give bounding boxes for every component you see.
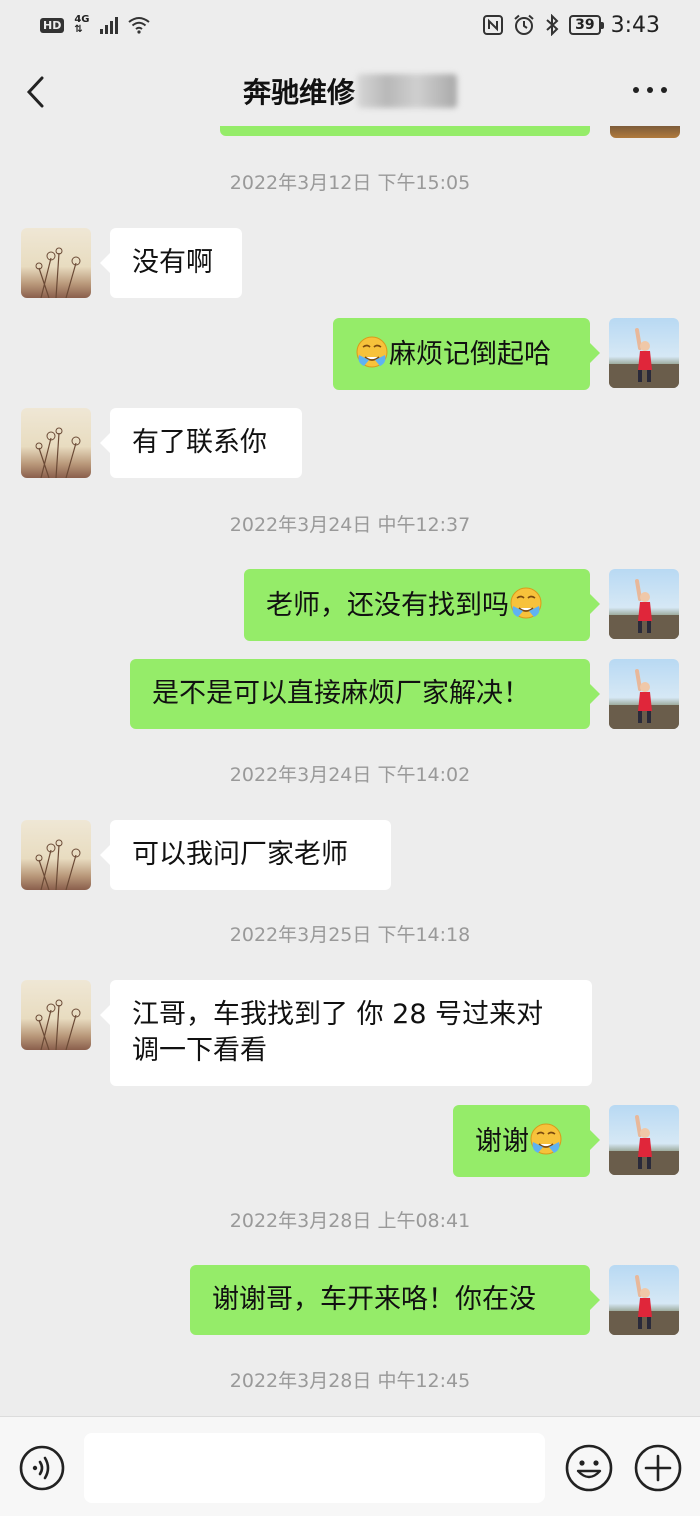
previous-avatar-edge — [610, 126, 680, 138]
contact-avatar[interactable] — [21, 408, 91, 478]
message-timestamp: 2022年3月25日 下午14:18 — [229, 924, 471, 946]
self-avatar[interactable] — [609, 318, 679, 388]
message-timestamp: 2022年3月12日 下午15:05 — [229, 172, 471, 194]
wifi-icon — [127, 17, 150, 34]
self-avatar[interactable] — [609, 1265, 679, 1335]
message-timestamp: 2022年3月24日 中午12:37 — [229, 514, 471, 536]
chevron-left-icon[interactable] — [22, 72, 52, 112]
alarm-icon — [514, 14, 534, 35]
previous-message-bubble-edge — [220, 126, 590, 136]
status-right: 39 3:43 — [483, 13, 660, 38]
message-text: 是不是可以直接麻烦厂家解决！ — [152, 678, 530, 709]
sent-message-bubble[interactable]: 是不是可以直接麻烦厂家解决！ — [130, 659, 600, 729]
self-avatar[interactable] — [609, 659, 679, 729]
battery-indicator: 39 — [569, 15, 605, 35]
self-avatar[interactable] — [609, 569, 679, 639]
sent-message-bubble[interactable]: 谢谢 — [453, 1105, 600, 1177]
facepalm-emoji-icon — [356, 336, 388, 368]
self-avatar[interactable] — [609, 1105, 679, 1175]
redacted-name-mask — [357, 74, 457, 108]
received-message-bubble[interactable]: 没有啊 — [100, 228, 242, 298]
contact-avatar[interactable] — [21, 228, 91, 298]
nfc-icon — [483, 15, 504, 35]
network-type: 4G ⇅ — [74, 14, 90, 35]
chat-title: 奔驰维修 — [243, 71, 457, 111]
facepalm-emoji-icon — [510, 587, 542, 619]
message-timestamp: 2022年3月24日 下午14:02 — [229, 764, 471, 786]
message-text: 有了联系你 — [132, 427, 267, 458]
message-text: 没有啊 — [132, 247, 213, 278]
bluetooth-icon — [546, 14, 559, 36]
message-text: 老师，还没有找到吗 — [266, 590, 509, 621]
chat-header: 奔驰维修 — [0, 50, 700, 132]
received-message-bubble[interactable]: 有了联系你 — [100, 408, 302, 478]
message-timestamp: 2022年3月28日 中午12:45 — [229, 1370, 471, 1392]
smiley-icon[interactable] — [564, 1443, 614, 1493]
received-message-bubble[interactable]: 可以我问厂家老师 — [100, 820, 391, 890]
input-bar — [0, 1416, 700, 1516]
message-input[interactable] — [84, 1433, 545, 1503]
message-timestamp: 2022年3月28日 上午08:41 — [229, 1210, 471, 1232]
message-text: 麻烦记倒起哈 — [389, 339, 551, 370]
message-text: 谢谢 — [475, 1126, 529, 1157]
message-text: 江哥，车我找到了 你 28 号过来对调一下看看 — [132, 999, 544, 1066]
hd-badge: HD — [40, 17, 65, 33]
voice-icon[interactable] — [18, 1444, 66, 1492]
sent-message-bubble[interactable]: 老师，还没有找到吗 — [244, 569, 600, 641]
message-text: 可以我问厂家老师 — [132, 839, 348, 870]
sent-message-bubble[interactable]: 麻烦记倒起哈 — [333, 318, 600, 390]
received-message-bubble[interactable]: 江哥，车我找到了 你 28 号过来对调一下看看 — [100, 980, 592, 1086]
plus-circle-icon[interactable] — [633, 1443, 683, 1493]
status-left: HD 4G ⇅ — [40, 15, 150, 35]
facepalm-emoji-icon — [530, 1123, 562, 1155]
status-bar: HD 4G ⇅ 39 3:43 — [0, 0, 700, 50]
contact-avatar[interactable] — [21, 980, 91, 1050]
message-text: 谢谢哥，车开来咯！你在没 — [212, 1284, 536, 1315]
status-time: 3:43 — [610, 12, 660, 38]
more-horizontal-icon[interactable] — [630, 80, 670, 100]
contact-avatar[interactable] — [21, 820, 91, 890]
signal-icon — [99, 16, 118, 34]
sent-message-bubble[interactable]: 谢谢哥，车开来咯！你在没 — [190, 1265, 600, 1335]
